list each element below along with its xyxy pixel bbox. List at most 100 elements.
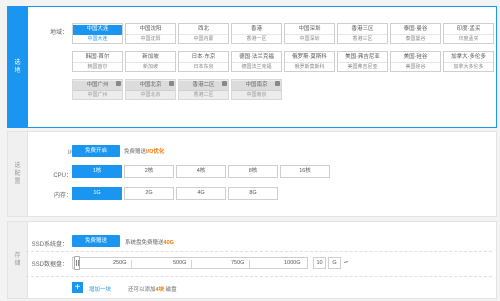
region-option[interactable]: 中国沈阳 中国沈阳 — [125, 23, 176, 44]
add-disk-icon[interactable]: + — [72, 282, 83, 293]
cpu-label: CPU： — [53, 173, 72, 179]
region-option: 中国南京 中国南京 — [231, 79, 282, 100]
unit-label: G — [332, 260, 337, 266]
cpu-option[interactable]: 2核 — [124, 165, 174, 178]
section-label-char: 选 — [14, 60, 21, 66]
region-option[interactable]: 美国·弗吉尼亚 美国弗吉尼亚 — [337, 51, 388, 72]
slider-tick: 750G — [231, 260, 245, 266]
region-name: 香港三区 — [338, 25, 387, 35]
section-label-char: 配 — [14, 171, 21, 177]
ssd-data-slider[interactable]: 250G 500G 750G 1000G — [72, 257, 308, 269]
section-label-char: 置 — [14, 179, 21, 185]
section-label-char: 地 — [14, 68, 21, 74]
region-name: 德国·法兰克福 — [232, 53, 281, 63]
memory-option[interactable]: 8G — [228, 187, 278, 200]
memory-option[interactable]: 1G — [72, 187, 122, 200]
region-option[interactable]: 新加坡 新加坡 — [125, 51, 176, 72]
region-city: 加拿大多伦多 — [453, 64, 484, 70]
region-city: 香港三区 — [352, 36, 373, 42]
region-name: 香港 — [232, 25, 281, 35]
region-option: 中国广州 中国广州 — [72, 79, 123, 100]
region-option[interactable]: 香港三区 香港三区 — [337, 23, 388, 44]
cpu-option[interactable]: 1核 — [72, 165, 122, 178]
region-name: 中国沈阳 — [126, 25, 175, 35]
region-name: 中国深圳 — [285, 25, 334, 35]
region-option[interactable]: 俄罗斯·莫斯科 俄罗斯莫斯科 — [284, 51, 335, 72]
memory-option[interactable]: 2G — [124, 187, 174, 200]
region-name: 加拿大·多伦多 — [444, 53, 493, 63]
unit-stepper-icon[interactable]: ▴▾ — [344, 259, 348, 264]
region-name: 美国·弗吉尼亚 — [338, 53, 387, 63]
region-name: 中国大连 — [73, 25, 122, 35]
region-option[interactable]: 美国·硅谷 美国硅谷 — [390, 51, 441, 72]
region-name: 香港二区 — [179, 81, 228, 91]
region-name: 中国广州 — [73, 81, 122, 91]
region-city: 韩国首尔 — [87, 64, 108, 70]
region-city: 中国沈阳 — [140, 36, 161, 42]
region-option[interactable]: 泰国·曼谷 泰国曼谷 — [390, 23, 441, 44]
section-label-char: 存 — [14, 253, 21, 259]
memory-label: 内存： — [53, 193, 72, 199]
region-city: 中国南京 — [246, 92, 267, 98]
region-city: 香港二区 — [193, 92, 214, 98]
region-city: 香港一区 — [246, 36, 267, 42]
region-option: 中国北京 中国北京 — [125, 79, 176, 100]
region-city: 印度孟买 — [458, 36, 479, 42]
region-option: 香港二区 香港二区 — [178, 79, 229, 100]
ssd-system-button[interactable]: 免费赠送 — [72, 235, 120, 247]
region-name: 印度·孟买 — [444, 25, 493, 35]
region-option[interactable]: 香港 香港一区 — [231, 23, 282, 44]
lock-icon — [116, 81, 121, 86]
slider-tick: 250G — [113, 260, 127, 266]
storage-divider — [26, 276, 492, 277]
slider-divider — [249, 260, 250, 268]
slider-tick: 1000G — [284, 260, 301, 266]
region-name: 中国南京 — [232, 81, 281, 91]
slider-divider — [191, 260, 192, 268]
region-city: 中国广州 — [87, 92, 108, 98]
slider-tick: 500G — [173, 260, 187, 266]
cpu-option[interactable]: 4核 — [176, 165, 226, 178]
region-name: 西北 — [179, 25, 228, 35]
region-name: 中国北京 — [126, 81, 175, 91]
region-city: 泰国曼谷 — [405, 36, 426, 42]
region-city: 美国弗吉尼亚 — [347, 64, 378, 70]
region-option[interactable]: 中国深圳 中国深圳 — [284, 23, 335, 44]
cpu-option[interactable]: 8核 — [228, 165, 278, 178]
region-city: 中国深圳 — [299, 36, 320, 42]
ssd-data-size-input[interactable]: 10 — [313, 257, 326, 269]
ssd-data-label: SSD数据盘： — [31, 262, 68, 268]
lock-icon — [275, 81, 280, 86]
region-name: 泰国·曼谷 — [391, 25, 440, 35]
slider-handle[interactable] — [74, 256, 80, 270]
io-enable-button[interactable]: 免费开启 — [72, 145, 120, 157]
region-option[interactable]: 印度·孟买 印度孟买 — [443, 23, 494, 44]
region-name: 日本·东京 — [179, 53, 228, 63]
section-label-char: 选 — [14, 163, 21, 169]
storage-divider — [26, 251, 492, 252]
region-name: 韩国·首尔 — [73, 53, 122, 63]
region-option[interactable]: 德国·法兰克福 德国法兰克福 — [231, 51, 282, 72]
region-section-tab: 选地 — [8, 7, 28, 127]
region-city: 中国内蒙 — [193, 36, 214, 42]
ssd-data-unit-select[interactable]: G — [328, 257, 341, 269]
io-note: 免费赠送I/O优化 — [124, 149, 165, 155]
add-disk-note: 还可以添加4块 磁盘 — [128, 287, 177, 293]
region-city: 中国北京 — [140, 92, 161, 98]
region-option[interactable]: 西北 中国内蒙 — [178, 23, 229, 44]
region-option[interactable]: 韩国·首尔 韩国首尔 — [72, 51, 123, 72]
lock-icon — [169, 81, 174, 86]
region-city: 日本东京 — [193, 64, 214, 70]
region-city: 中国大连 — [87, 36, 108, 42]
memory-option[interactable]: 4G — [176, 187, 226, 200]
region-name: 俄罗斯·莫斯科 — [285, 53, 334, 63]
region-option[interactable]: 加拿大·多伦多 加拿大多伦多 — [443, 51, 494, 72]
region-option[interactable]: 日本·东京 日本东京 — [178, 51, 229, 72]
region-city: 美国硅谷 — [405, 64, 426, 70]
region-city: 俄罗斯莫斯科 — [294, 64, 325, 70]
add-disk-link[interactable]: 增加一块 — [89, 285, 111, 293]
cpu-option[interactable]: 16核 — [280, 165, 330, 178]
slider-divider — [131, 260, 132, 268]
region-option[interactable]: 中国大连 中国大连 — [72, 23, 123, 44]
ssd-system-note: 系统盘免费赠送40G — [125, 240, 174, 246]
